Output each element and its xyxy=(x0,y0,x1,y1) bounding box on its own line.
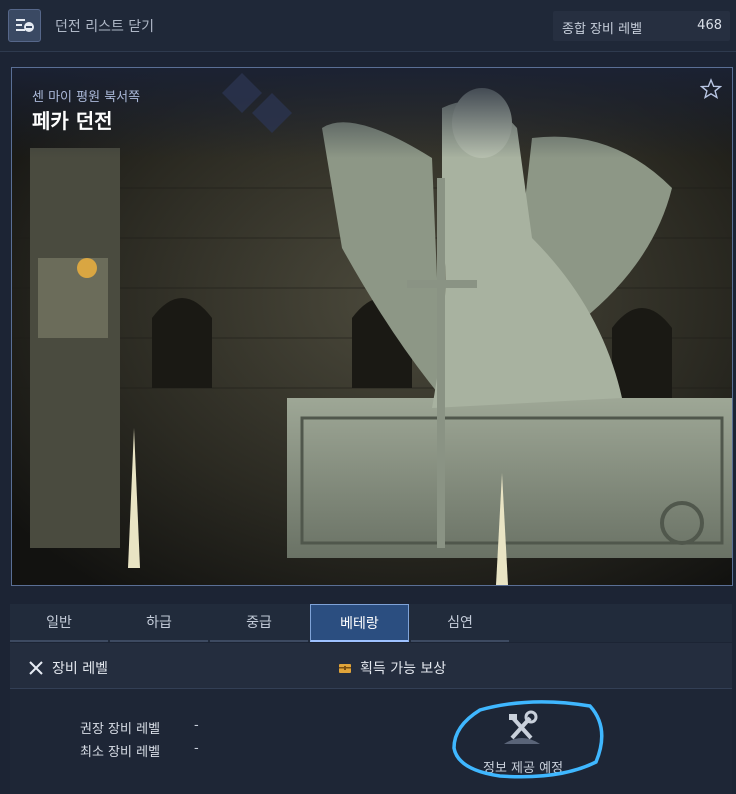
tab-mid-label: 중급 xyxy=(246,615,272,631)
close-dungeon-list-label[interactable]: 던전 리스트 닫기 xyxy=(55,16,154,36)
tab-low[interactable]: 하급 xyxy=(110,604,208,642)
top-bar: 던전 리스트 닫기 종합 장비 레벨 468 xyxy=(0,0,736,52)
dungeon-artwork xyxy=(12,68,732,585)
difficulty-tabs: 일반 하급 중급 베테랑 심연 xyxy=(10,604,732,642)
tab-abyss-label: 심연 xyxy=(447,615,473,631)
tab-veteran[interactable]: 베테랑 xyxy=(310,604,409,642)
equip-level-header: 장비 레벨 xyxy=(28,658,108,678)
recommended-level-label: 권장 장비 레벨 xyxy=(80,722,161,737)
tab-abyss[interactable]: 심연 xyxy=(411,604,509,642)
close-dungeon-list-button[interactable] xyxy=(8,9,41,42)
tab-normal-label: 일반 xyxy=(46,615,72,631)
dungeon-info-panel: 장비 레벨 획득 가능 보상 권장 장비 레벨 - 최소 장비 레벨 - 정보 … xyxy=(10,643,732,794)
dungeon-name: 페카 던전 xyxy=(32,109,113,133)
reward-header-label: 획득 가능 보상 xyxy=(360,661,447,677)
tab-veteran-label: 베테랑 xyxy=(340,615,379,632)
panel-header: 장비 레벨 획득 가능 보상 xyxy=(10,643,732,689)
tab-normal[interactable]: 일반 xyxy=(10,604,108,642)
minimum-level-value: - xyxy=(194,741,199,756)
total-gear-level-label: 종합 장비 레벨 xyxy=(562,22,643,37)
minimum-level-label: 최소 장비 레벨 xyxy=(80,745,161,760)
favorite-star-icon[interactable] xyxy=(700,78,722,100)
tab-low-label: 하급 xyxy=(146,615,172,631)
crossed-swords-icon xyxy=(29,661,43,675)
recommended-level-value: - xyxy=(194,718,199,733)
dungeon-region: 센 마이 평원 북서쪽 xyxy=(32,90,141,105)
total-gear-level-value: 468 xyxy=(697,18,722,33)
tab-mid[interactable]: 중급 xyxy=(210,604,308,642)
treasure-chest-icon xyxy=(339,664,351,673)
highlight-circle-annotation xyxy=(452,700,604,779)
total-gear-level-box: 종합 장비 레벨 468 xyxy=(553,11,730,41)
dungeon-banner: 센 마이 평원 북서쪽 페카 던전 xyxy=(11,67,733,586)
list-close-icon xyxy=(15,18,34,32)
reward-header: 획득 가능 보상 xyxy=(338,658,446,678)
equip-level-header-label: 장비 레벨 xyxy=(52,661,108,677)
minimum-level-row: 최소 장비 레벨 - xyxy=(80,741,199,760)
recommended-level-row: 권장 장비 레벨 - xyxy=(80,718,199,737)
